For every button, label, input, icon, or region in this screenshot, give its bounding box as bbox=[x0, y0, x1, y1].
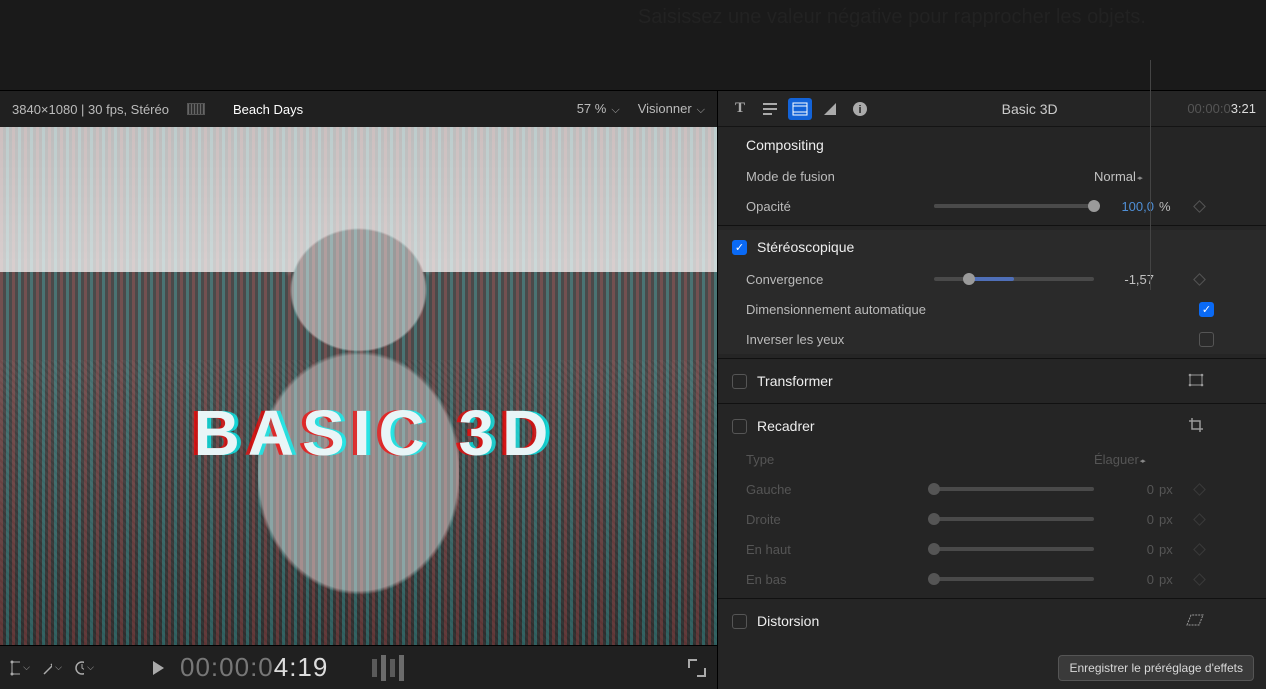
preview-image: BASIC 3D bbox=[0, 127, 717, 645]
autosize-checkbox[interactable]: ✓ bbox=[1199, 302, 1214, 317]
inspector-timecode: 00:00:03:21 bbox=[1187, 101, 1256, 117]
inspector-rows: Compositing Mode de fusion Normal Opacit… bbox=[718, 127, 1266, 689]
crop-header: Recadrer bbox=[757, 418, 815, 434]
viewer-timecode[interactable]: 00:00:04:19 bbox=[180, 652, 328, 683]
zoom-dropdown[interactable]: 57 % bbox=[577, 101, 620, 117]
convergence-slider[interactable] bbox=[934, 277, 1094, 281]
opacity-unit: % bbox=[1154, 199, 1182, 214]
stereoscopic-checkbox[interactable]: ✓ bbox=[732, 240, 747, 255]
crop-left-row: Gauche 0 px bbox=[718, 474, 1266, 504]
swap-eyes-row: Inverser les yeux bbox=[718, 324, 1266, 354]
px-unit: px bbox=[1154, 542, 1182, 557]
save-preset-button[interactable]: Enregistrer le préréglage d'effets bbox=[1058, 655, 1254, 681]
format-info: 3840×1080 | 30 fps, Stéréo bbox=[12, 102, 169, 117]
tab-text[interactable]: T bbox=[728, 98, 752, 120]
viewer-canvas[interactable]: BASIC 3D bbox=[0, 127, 717, 645]
crop-right-keyframe[interactable] bbox=[1182, 515, 1216, 524]
opacity-label: Opacité bbox=[746, 199, 934, 214]
transform-header: Transformer bbox=[757, 373, 833, 389]
view-menu-dropdown[interactable]: Visionner bbox=[638, 101, 705, 117]
compositing-header: Compositing bbox=[718, 127, 1266, 161]
inspector-title: Basic 3D bbox=[878, 101, 1181, 117]
crop-bottom-keyframe[interactable] bbox=[1182, 575, 1216, 584]
convergence-keyframe[interactable] bbox=[1182, 275, 1216, 284]
stereoscopic-section: ✓ Stéréoscopique bbox=[718, 230, 1266, 264]
callout-leader-line bbox=[1150, 60, 1151, 290]
autosize-row: Dimensionnement automatique ✓ bbox=[718, 294, 1266, 324]
crop-right-row: Droite 0 px bbox=[718, 504, 1266, 534]
crop-left-value[interactable]: 0 bbox=[1094, 482, 1154, 497]
app-window: 3840×1080 | 30 fps, Stéréo Beach Days 57… bbox=[0, 90, 1266, 689]
convergence-value[interactable]: -1,57 bbox=[1094, 272, 1154, 287]
crop-top-slider[interactable] bbox=[934, 547, 1094, 551]
blend-mode-label: Mode de fusion bbox=[746, 169, 934, 184]
distortion-section[interactable]: Distorsion bbox=[718, 603, 1266, 639]
opacity-value[interactable]: 100,0 bbox=[1094, 199, 1154, 214]
clip-name: Beach Days bbox=[233, 102, 303, 117]
swap-eyes-label: Inverser les yeux bbox=[746, 332, 1006, 347]
callout-text: Saisissez une valeur négative pour rappr… bbox=[638, 4, 1146, 31]
enhance-menu[interactable]: ⌵ bbox=[42, 658, 62, 678]
audio-meter-icon[interactable] bbox=[372, 655, 404, 681]
convergence-row: Convergence -1,57 bbox=[718, 264, 1266, 294]
px-unit: px bbox=[1154, 572, 1182, 587]
tab-info[interactable]: i bbox=[848, 98, 872, 120]
px-unit: px bbox=[1154, 482, 1182, 497]
crop-right-slider[interactable] bbox=[934, 517, 1094, 521]
crop-right-value[interactable]: 0 bbox=[1094, 512, 1154, 527]
inspector-footer: Enregistrer le préréglage d'effets bbox=[1058, 655, 1254, 681]
distortion-header: Distorsion bbox=[757, 613, 819, 629]
crop-left-slider[interactable] bbox=[934, 487, 1094, 491]
transport-bar: ⌵ ⌵ ⌵ 00:00:04:19 bbox=[0, 645, 717, 689]
tab-video[interactable] bbox=[788, 98, 812, 120]
px-unit: px bbox=[1154, 512, 1182, 527]
title-overlay: BASIC 3D bbox=[194, 396, 557, 470]
opacity-keyframe[interactable] bbox=[1182, 202, 1216, 211]
crop-top-label: En haut bbox=[746, 542, 934, 557]
transform-section[interactable]: Transformer bbox=[718, 363, 1266, 399]
svg-text:i: i bbox=[858, 104, 861, 116]
crop-type-row: Type Élaguer bbox=[718, 444, 1266, 474]
crop-checkbox[interactable] bbox=[732, 419, 747, 434]
opacity-slider[interactable] bbox=[934, 204, 1094, 208]
blend-mode-row: Mode de fusion Normal bbox=[718, 161, 1266, 191]
crop-bottom-slider[interactable] bbox=[934, 577, 1094, 581]
play-button[interactable] bbox=[148, 658, 168, 678]
retime-menu[interactable]: ⌵ bbox=[74, 658, 94, 678]
viewer-header: 3840×1080 | 30 fps, Stéréo Beach Days 57… bbox=[0, 91, 717, 127]
blend-mode-dropdown[interactable]: Normal bbox=[1094, 169, 1142, 184]
stereoscopic-header: Stéréoscopique bbox=[757, 239, 854, 255]
tab-title[interactable] bbox=[758, 98, 782, 120]
crop-bottom-value[interactable]: 0 bbox=[1094, 572, 1154, 587]
crop-top-keyframe[interactable] bbox=[1182, 545, 1216, 554]
opacity-row: Opacité 100,0 % bbox=[718, 191, 1266, 221]
crop-bottom-label: En bas bbox=[746, 572, 934, 587]
transform-tool-menu[interactable]: ⌵ bbox=[10, 658, 30, 678]
crop-type-dropdown[interactable]: Élaguer bbox=[1094, 452, 1145, 467]
inspector-panel: T i Basic 3D 00:00:03:21 Compositing Mod… bbox=[718, 91, 1266, 689]
autosize-label: Dimensionnement automatique bbox=[746, 302, 1006, 317]
transform-tool-icon[interactable] bbox=[1188, 373, 1204, 390]
crop-top-value[interactable]: 0 bbox=[1094, 542, 1154, 557]
crop-bottom-row: En bas 0 px bbox=[718, 564, 1266, 594]
crop-top-row: En haut 0 px bbox=[718, 534, 1266, 564]
inspector-header: T i Basic 3D 00:00:03:21 bbox=[718, 91, 1266, 127]
crop-section[interactable]: Recadrer bbox=[718, 408, 1266, 444]
crop-type-label: Type bbox=[746, 452, 934, 467]
viewer-panel: 3840×1080 | 30 fps, Stéréo Beach Days 57… bbox=[0, 91, 718, 689]
convergence-label: Convergence bbox=[746, 272, 934, 287]
filmstrip-icon[interactable] bbox=[187, 103, 205, 115]
distortion-checkbox[interactable] bbox=[732, 614, 747, 629]
distortion-tool-icon[interactable] bbox=[1186, 613, 1204, 630]
tab-color[interactable] bbox=[818, 98, 842, 120]
transform-checkbox[interactable] bbox=[732, 374, 747, 389]
swap-eyes-checkbox[interactable] bbox=[1199, 332, 1214, 347]
crop-tool-icon[interactable] bbox=[1188, 417, 1204, 436]
crop-left-keyframe[interactable] bbox=[1182, 485, 1216, 494]
fullscreen-button[interactable] bbox=[687, 658, 707, 678]
crop-left-label: Gauche bbox=[746, 482, 934, 497]
crop-right-label: Droite bbox=[746, 512, 934, 527]
